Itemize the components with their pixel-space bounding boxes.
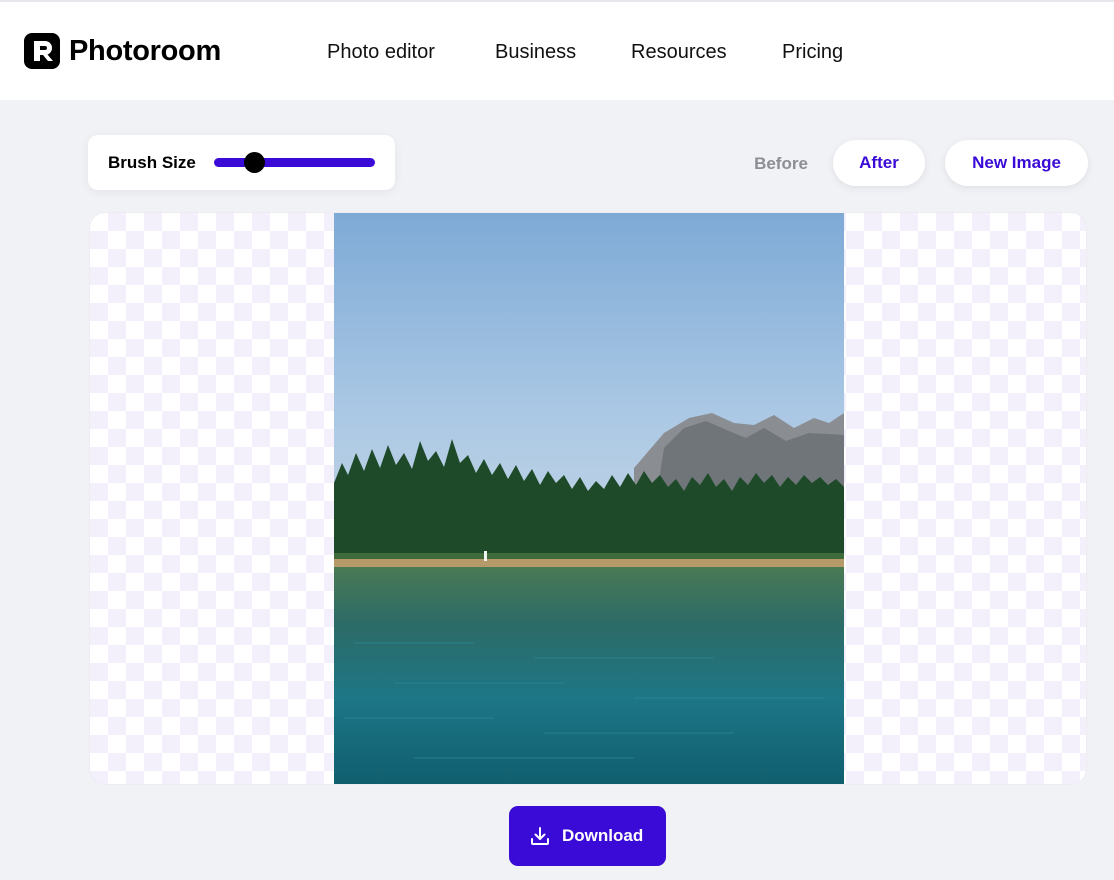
nav-item-pricing[interactable]: Pricing [782,40,843,64]
download-button[interactable]: Download [509,806,666,866]
brush-size-slider-track[interactable] [214,158,375,167]
download-label: Download [562,826,644,845]
nav-item-resources[interactable]: Resources [631,40,727,64]
new-image-button[interactable]: New Image [945,140,1088,186]
lake-photo [334,213,844,784]
download-icon [531,827,549,845]
before-toggle[interactable]: Before [745,152,817,176]
image-canvas[interactable] [89,212,1087,785]
nav-item-business[interactable]: Business [495,40,576,64]
after-toggle[interactable]: After [833,140,925,186]
brush-size-label: Brush Size [108,153,196,172]
brush-size-slider-handle[interactable] [243,152,265,173]
photoroom-logo-icon [24,33,60,69]
brand-name: Photoroom [69,35,221,67]
nav-item-photo-editor[interactable]: Photo editor [327,40,435,64]
top-navbar: Photoroom Photo editor Business Resource… [0,0,1114,100]
brush-size-control: Brush Size [88,135,395,190]
brand-logo[interactable]: Photoroom [24,33,221,69]
